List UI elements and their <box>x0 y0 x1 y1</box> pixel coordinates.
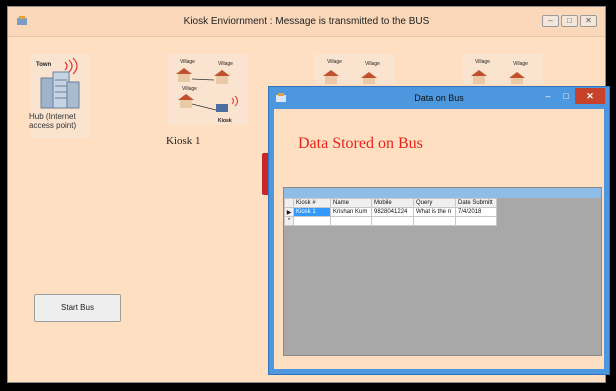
start-bus-button[interactable]: Start Bus <box>34 294 121 322</box>
column-header[interactable]: Kiosk # <box>293 198 331 208</box>
grid-top-bar <box>284 188 601 198</box>
table-row[interactable]: ▶ Kiosk 1 Krishan Kum 9828041224 What is… <box>284 207 497 217</box>
kiosk1-label: Kiosk 1 <box>166 135 201 147</box>
kiosk1-kiosk-text: Kiosk <box>218 118 232 124</box>
kiosk1-village-text: Village <box>218 61 233 67</box>
row-header-corner <box>284 198 294 208</box>
hub-label: Hub (Internet access point) <box>29 112 77 130</box>
main-title-bar[interactable]: Kiosk Enviornment : Message is transmitt… <box>8 7 605 37</box>
server-tower-wifi-icon: Town <box>36 57 80 109</box>
kiosk3-village-text: Village <box>475 59 490 65</box>
table-cell[interactable] <box>455 216 497 226</box>
table-cell[interactable] <box>293 216 331 226</box>
maximize-button[interactable]: □ <box>561 15 578 27</box>
kiosk3-tile: Village Village <box>463 54 543 84</box>
column-header[interactable]: Name <box>330 198 372 208</box>
table-cell[interactable]: 9828041224 <box>371 207 414 217</box>
table-cell[interactable] <box>371 216 414 226</box>
village-network-icon: Village Village Village Kiosk <box>176 59 238 124</box>
table-cell[interactable] <box>330 216 372 226</box>
kiosk1-village-text: Village <box>182 86 197 92</box>
maximize-button[interactable]: □ <box>557 88 575 104</box>
kiosk2-village-text: Village <box>327 59 342 65</box>
kiosk2-village-text: Village <box>365 61 380 67</box>
kiosk3-village-text: Village <box>513 61 528 67</box>
minimize-button[interactable]: – <box>542 15 559 27</box>
main-window-title: Kiosk Enviornment : Message is transmitt… <box>183 16 430 27</box>
kiosk1-tile: Village Village Village Kiosk <box>168 54 248 125</box>
close-button[interactable]: ✕ <box>575 88 605 104</box>
close-button[interactable]: ✕ <box>580 15 597 27</box>
data-on-bus-window: Data on Bus – □ ✕ Data Stored on Bus Kio… <box>268 86 610 375</box>
row-selector-icon[interactable]: ▶ <box>284 207 294 217</box>
column-header[interactable]: Date Submitt <box>455 198 497 208</box>
new-row-icon[interactable]: * <box>284 216 294 226</box>
column-header[interactable]: Query <box>413 198 456 208</box>
minimize-button[interactable]: – <box>539 88 557 104</box>
village-network-icon: Village Village <box>323 59 380 84</box>
column-header[interactable]: Mobile <box>371 198 414 208</box>
table-cell[interactable]: 7/4/2018 <box>455 207 497 217</box>
kiosk2-tile: Village Village <box>315 54 395 84</box>
data-heading: Data Stored on Bus <box>298 135 423 152</box>
data-grid[interactable]: Kiosk # Name Mobile Query Date Submitt ▶… <box>283 187 602 356</box>
table-cell[interactable]: What is the n <box>413 207 456 217</box>
kiosk1-village-text: Village <box>180 59 195 65</box>
new-row[interactable]: * <box>284 216 497 226</box>
child-title-bar[interactable]: Data on Bus – □ ✕ <box>269 87 609 109</box>
data-table[interactable]: Kiosk # Name Mobile Query Date Submitt ▶… <box>284 198 497 226</box>
hub-town-text: Town <box>36 62 52 68</box>
table-cell[interactable]: Kiosk 1 <box>293 207 331 217</box>
table-cell[interactable] <box>413 216 456 226</box>
village-network-icon: Village Village <box>471 59 528 84</box>
child-body: Data Stored on Bus Kiosk # Name Mobile Q… <box>274 109 604 369</box>
table-cell[interactable]: Krishan Kum <box>330 207 372 217</box>
header-row: Kiosk # Name Mobile Query Date Submitt <box>284 198 497 208</box>
